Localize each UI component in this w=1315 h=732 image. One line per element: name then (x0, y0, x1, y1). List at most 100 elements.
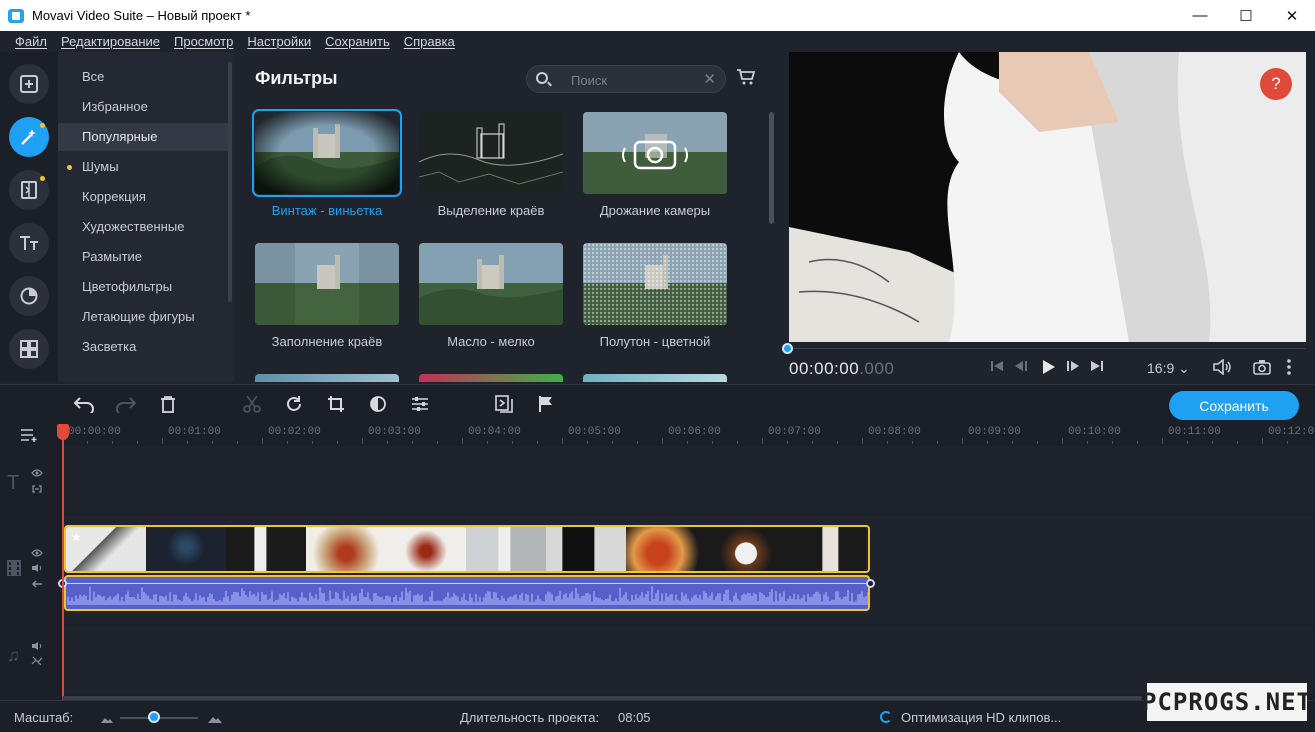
menu-help[interactable]: Справка (404, 34, 455, 49)
filter-thumbnail (419, 243, 563, 325)
eye-icon[interactable] (31, 548, 43, 560)
help-button[interactable]: ? (1260, 68, 1292, 100)
color-adjust-icon[interactable] (367, 395, 389, 418)
category-popular[interactable]: Популярные (58, 123, 228, 151)
add-media-icon[interactable] (9, 64, 49, 104)
unlink-icon[interactable] (31, 656, 43, 669)
video-clip[interactable]: ★ (64, 525, 870, 573)
category-label: Шумы (82, 159, 119, 174)
eye-icon[interactable] (31, 468, 43, 480)
titles-icon[interactable] (9, 223, 49, 263)
aspect-ratio-select[interactable]: 16:9 ⌄ (1147, 360, 1190, 377)
menu-view[interactable]: Просмотр (174, 34, 233, 49)
ruler-tick (962, 438, 963, 444)
category-color-filters[interactable]: Цветофильтры (58, 273, 228, 301)
category-blur[interactable]: Размытие (58, 243, 228, 271)
close-button[interactable]: ✕ (1269, 0, 1315, 31)
category-correction[interactable]: Коррекция (58, 183, 228, 211)
category-scrollbar[interactable] (228, 62, 232, 302)
zoom-out-icon[interactable] (100, 712, 114, 727)
filter-thumbnail[interactable] (419, 374, 563, 382)
search-input[interactable] (571, 70, 691, 90)
filter-tile[interactable]: Дрожание камеры (583, 112, 729, 218)
filter-thumbnail[interactable] (583, 374, 727, 382)
speaker-icon[interactable] (31, 563, 43, 576)
play-icon[interactable] (1040, 359, 1056, 378)
timecode-main: 00:00:00 (789, 359, 860, 378)
category-all[interactable]: Все (58, 63, 228, 91)
rotate-icon[interactable] (283, 395, 305, 418)
time-ruler[interactable]: 00:00:00 00:01:00 00:02:00 00:03:00 00:04:00… (62, 424, 1315, 444)
aspect-value: 16:9 (1147, 360, 1175, 376)
filter-tile[interactable]: Масло - мелко (419, 243, 565, 349)
speaker-icon[interactable] (31, 641, 43, 654)
cut-icon[interactable] (241, 395, 263, 418)
menu-edit[interactable]: Редактирование (61, 34, 160, 49)
crop-icon[interactable] (325, 395, 347, 418)
stickers-icon[interactable] (9, 276, 49, 316)
clear-search-icon[interactable]: ✕ (703, 70, 716, 88)
redo-icon[interactable] (115, 395, 137, 418)
magic-wand-icon[interactable] (9, 117, 49, 157)
volume-icon[interactable] (1213, 358, 1233, 378)
more-options-icon[interactable] (1286, 359, 1292, 378)
add-track-icon[interactable] (20, 428, 40, 445)
category-noise[interactable]: Шумы (58, 153, 228, 181)
ruler-tick (537, 441, 538, 444)
ruler-tick (262, 438, 263, 444)
link-icon[interactable] (31, 484, 43, 496)
snapshot-icon[interactable] (1253, 359, 1271, 378)
zoom-slider-handle[interactable] (148, 711, 160, 723)
skip-end-icon[interactable] (1090, 359, 1104, 376)
delete-icon[interactable] (157, 395, 179, 418)
more-tools-icon[interactable] (9, 329, 49, 369)
undo-icon[interactable] (73, 395, 95, 418)
filter-tile[interactable]: Заполнение краёв (255, 243, 401, 349)
music-track[interactable] (62, 626, 1315, 694)
scrubber-handle[interactable] (782, 343, 793, 354)
skip-start-icon[interactable] (990, 359, 1004, 376)
next-frame-icon[interactable] (1066, 359, 1080, 376)
arrow-left-icon[interactable] (31, 579, 43, 591)
ruler-tick-label: 00:07:00 (768, 426, 821, 438)
minimize-button[interactable]: — (1177, 0, 1223, 31)
app-icon (8, 8, 24, 23)
playhead[interactable] (62, 432, 64, 702)
audio-waveform[interactable] (64, 575, 870, 611)
filter-thumbnail[interactable] (255, 374, 399, 382)
marker-flag-icon[interactable] (535, 395, 557, 418)
save-button[interactable]: Сохранить (1169, 391, 1299, 420)
title-bar: Movavi Video Suite – Новый проект * — ☐ … (0, 0, 1315, 31)
category-label: Засветка (82, 339, 137, 354)
volume-line[interactable] (64, 583, 870, 584)
title-track[interactable] (62, 446, 1315, 514)
preview-scrubber[interactable] (789, 348, 1306, 349)
search-box[interactable]: ✕ (526, 65, 726, 93)
ruler-tick (112, 441, 113, 444)
category-favorites[interactable]: Избранное (58, 93, 228, 121)
menu-settings[interactable]: Настройки (247, 34, 311, 49)
cart-icon[interactable] (736, 69, 756, 85)
category-artistic[interactable]: Художественные (58, 213, 228, 241)
clip-properties-icon[interactable] (409, 395, 431, 418)
filters-scrollbar[interactable] (769, 112, 774, 224)
zoom-in-icon[interactable] (207, 712, 223, 727)
filter-tile[interactable]: Полутон - цветной (583, 243, 729, 349)
filter-tile[interactable]: Выделение краёв (419, 112, 565, 218)
ruler-tick (437, 441, 438, 444)
playhead-handle[interactable] (57, 424, 69, 440)
menu-file[interactable]: Файл (15, 34, 47, 49)
category-label: Размытие (82, 249, 143, 264)
filter-thumbnail (419, 112, 563, 194)
volume-handle-end[interactable] (866, 579, 875, 588)
category-light-leaks[interactable]: Засветка (58, 333, 228, 361)
filter-tile[interactable]: Винтаж - виньетка (252, 109, 402, 218)
maximize-button[interactable]: ☐ (1223, 0, 1269, 31)
menu-save[interactable]: Сохранить (325, 34, 390, 49)
ruler-tick (937, 441, 938, 444)
video-preview[interactable]: ? (789, 52, 1306, 342)
category-flying-shapes[interactable]: Летающие фигуры (58, 303, 228, 331)
transitions-icon[interactable] (9, 170, 49, 210)
prev-frame-icon[interactable] (1014, 359, 1028, 376)
transition-wizard-icon[interactable] (493, 395, 515, 418)
